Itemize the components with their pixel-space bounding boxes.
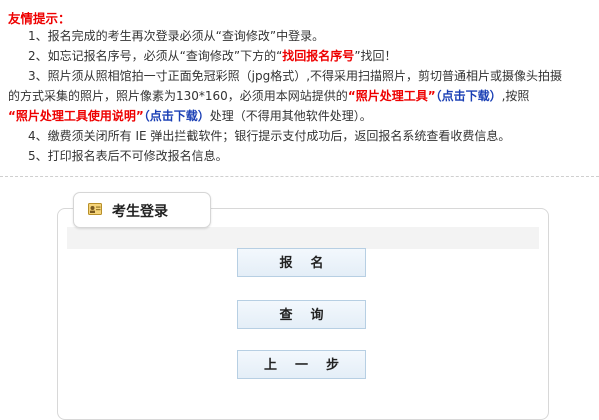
tip-item-2: 2、如忘记报名序号，必须从“查询修改”下方的“找回报名序号”找回！	[28, 48, 397, 64]
photo-tool-guide-label: “照片处理工具使用说明”	[8, 109, 144, 123]
dashed-divider	[0, 176, 599, 177]
photo-tool-label: “照片处理工具”	[347, 89, 436, 103]
id-card-icon	[88, 203, 102, 215]
query-button[interactable]: 查询	[237, 300, 366, 329]
login-title-tab: 考生登录	[73, 192, 211, 228]
tip-item-3-line2: 的方式采集的照片，照片像素为130*160，必须用本网站提供的“照片处理工具”（…	[8, 88, 529, 104]
tip-item-1: 1、报名完成的考生再次登录必须从“查询修改”中登录。	[28, 29, 325, 43]
tips-title: 友情提示：	[8, 11, 71, 26]
tip-item-3-line3: “照片处理工具使用说明”（点击下载）处理（不得用其他软件处理）。	[8, 108, 372, 124]
login-title: 考生登录	[112, 204, 168, 220]
register-button[interactable]: 报名	[237, 248, 366, 277]
tip-item-5: 5、打印报名表后不可修改报名信息。	[28, 149, 228, 163]
tip-item-3-text-2: ,按照	[501, 89, 530, 103]
photo-guide-download-link[interactable]: （点击下载）	[144, 109, 210, 123]
photo-tool-download-link[interactable]: （点击下载）	[436, 89, 502, 103]
tip-item-3-text-3: 处理（不得用其他软件处理）。	[209, 109, 372, 123]
find-serial-link[interactable]: 找回报名序号	[282, 49, 354, 63]
tip-item-4: 4、缴费须关闭所有 IE 弹出拦截软件；银行提示支付成功后，返回报名系统查看收费…	[28, 129, 511, 143]
tip-item-3-text: 的方式采集的照片，照片像素为130*160，必须用本网站提供的	[8, 89, 348, 103]
tip-item-2-end: ”找回！	[354, 49, 397, 63]
panel-header-strip	[67, 227, 539, 249]
tip-item-2-text: 2、如忘记报名序号，必须从“查询修改”下方的“	[28, 49, 283, 63]
tip-item-3-line1: 3、照片须从照相馆拍一寸正面免冠彩照（jpg格式）,不得采用扫描照片，剪切普通相…	[28, 69, 563, 83]
previous-step-button[interactable]: 上一步	[237, 350, 366, 379]
